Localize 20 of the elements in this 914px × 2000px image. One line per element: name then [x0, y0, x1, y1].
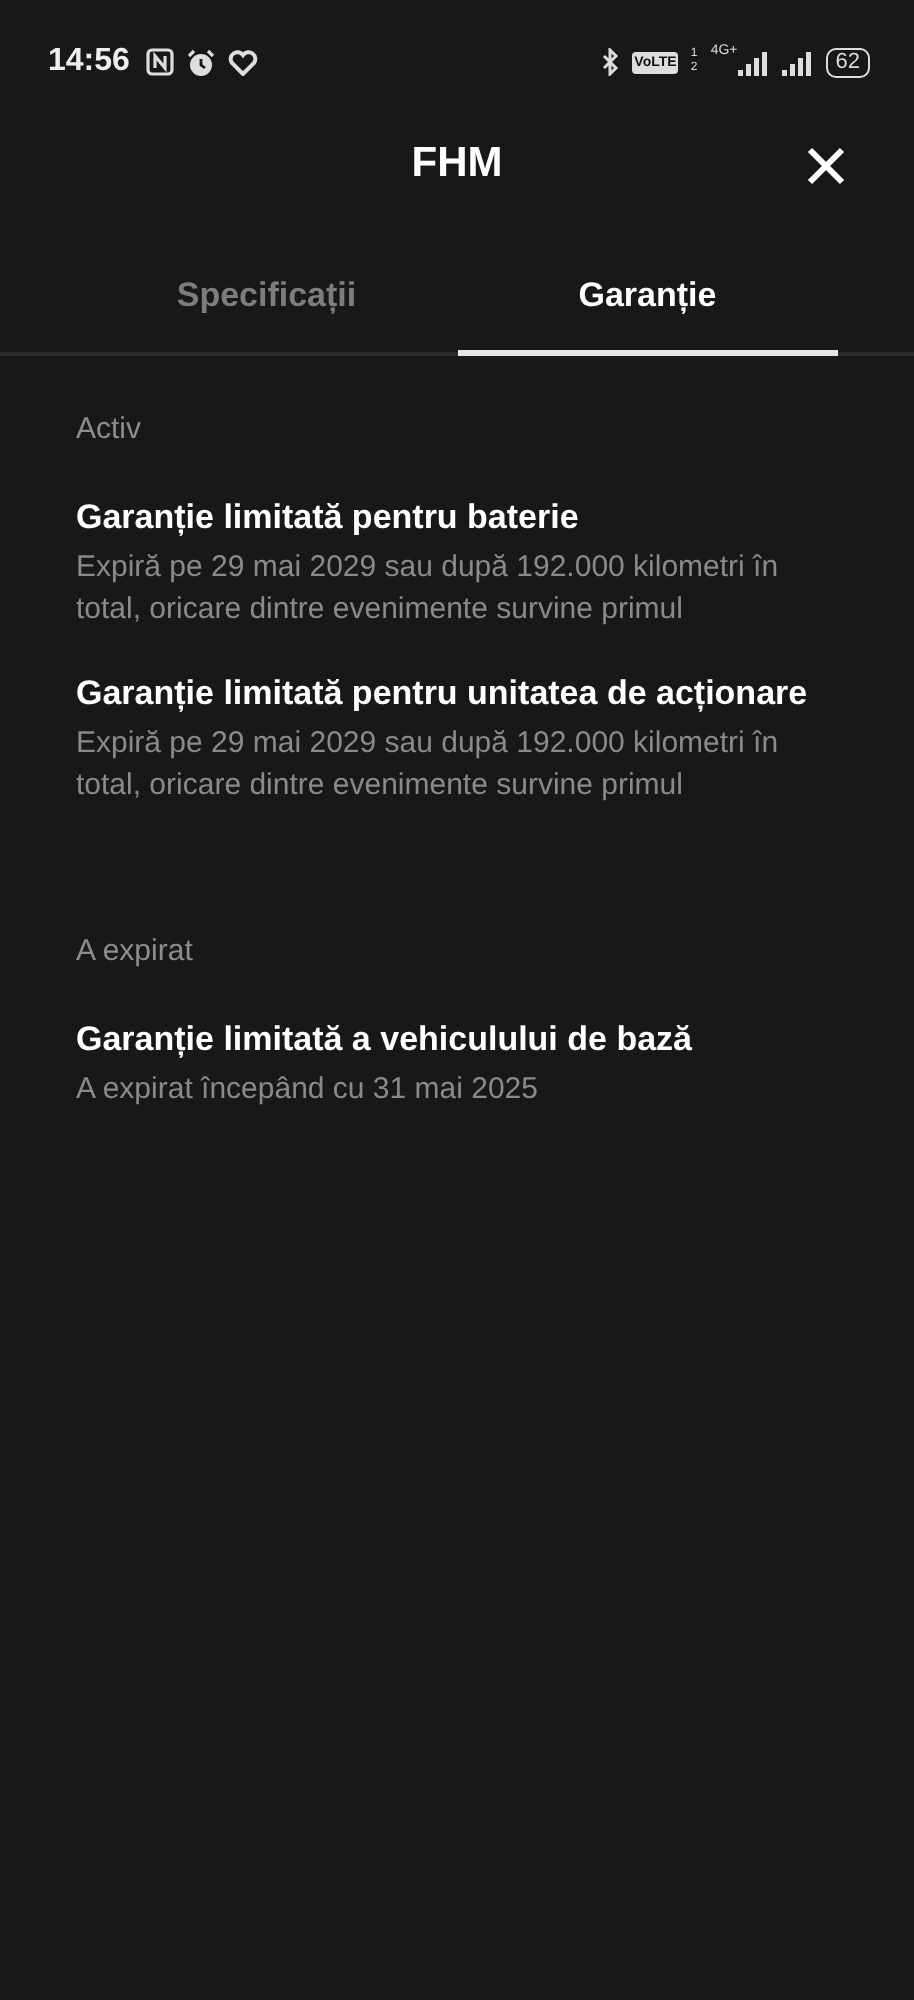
warranty-detail: Expiră pe 29 mai 2029 sau după 192.000 kilometri în total, oricare dintre evenimente survine primul [76, 724, 781, 806]
warranty-detail: Expiră pe 29 mai 2029 sau după 192.000 kilometri în total, oricare dintre evenimente survine primul [76, 548, 781, 630]
battery-level: 62 [825, 47, 870, 77]
warranty-detail: A expirat începând cu 31 mai 2025 [76, 1070, 540, 1110]
tab[interactable]: Specificații [76, 256, 457, 356]
section-heading: A expirat [76, 934, 195, 968]
warranty-title: Garanție limitată a vehiculului de bază [76, 1020, 694, 1060]
clock-time: 14:56 [48, 44, 130, 80]
close-button[interactable] [804, 144, 848, 188]
signal-icon [737, 49, 770, 75]
section-heading: Activ [76, 412, 144, 446]
heart-icon [227, 49, 258, 75]
signal-icon [781, 49, 814, 75]
bluetooth-icon [600, 48, 621, 76]
page-title: FHM [411, 140, 503, 188]
tab[interactable]: Garanție [457, 256, 838, 356]
nfc-icon [145, 48, 174, 76]
alarm-icon [185, 47, 216, 77]
warranty-title: Garanție limitată pentru baterie [76, 498, 581, 538]
warranty-title: Garanție limitată pentru unitatea de acționare [76, 674, 810, 714]
